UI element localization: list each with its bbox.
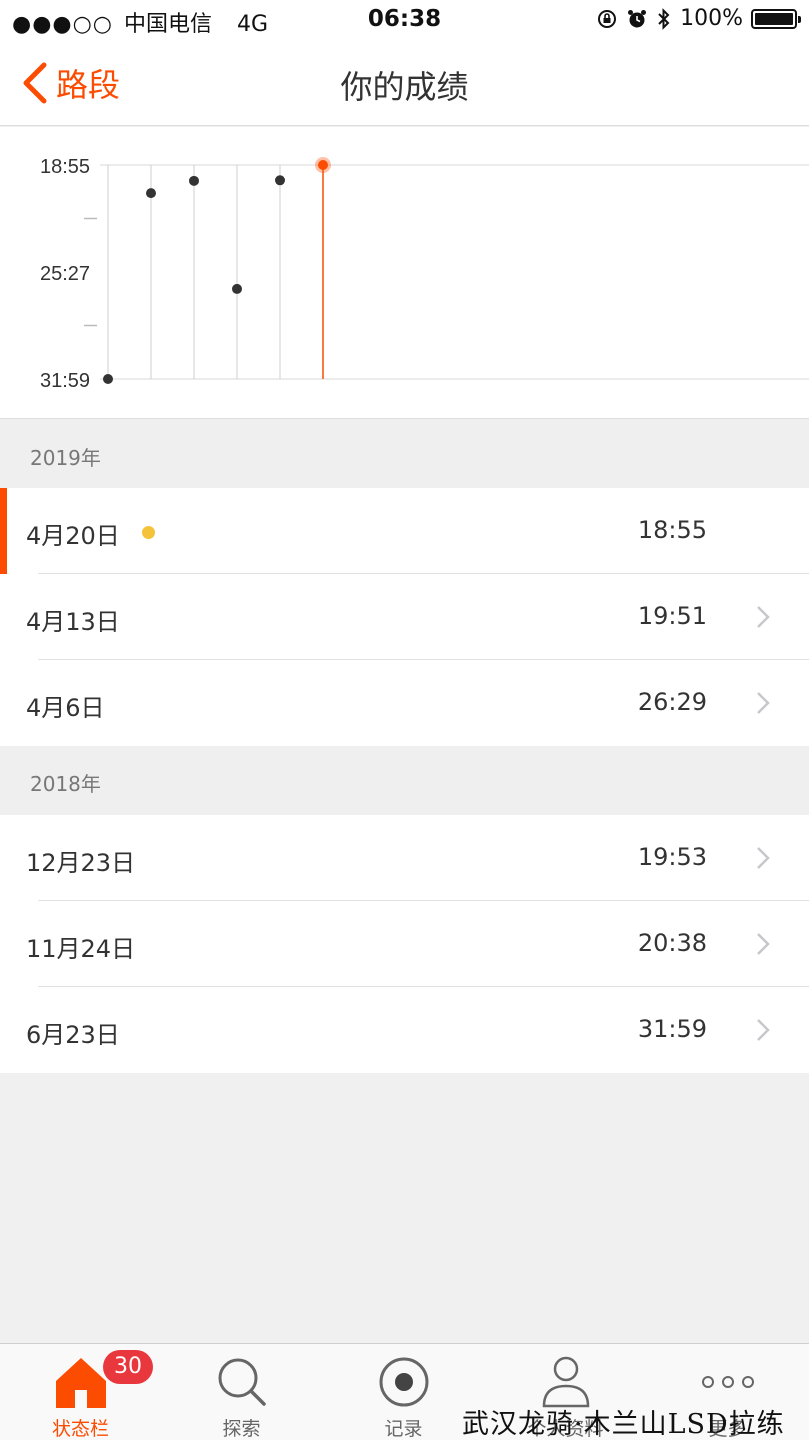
battery-percent: 100% bbox=[680, 6, 743, 31]
chevron-left-icon bbox=[23, 62, 47, 104]
section-header-2019: 2019年 bbox=[0, 420, 809, 488]
result-time: 31:59 bbox=[637, 1015, 707, 1043]
result-date: 12月23日 bbox=[26, 849, 136, 877]
watermark-text: 武汉龙骑·木兰山LSD拉练 bbox=[462, 1409, 785, 1440]
result-date: 4月6日 bbox=[26, 694, 105, 722]
y-tick-label: 25:27 bbox=[40, 263, 90, 285]
bluetooth-icon bbox=[658, 7, 670, 30]
result-time: 19:51 bbox=[637, 602, 707, 630]
tab-dashboard[interactable]: 30 状态栏 bbox=[0, 1344, 161, 1440]
result-time: 18:55 bbox=[637, 516, 707, 544]
page-title: 你的成绩 bbox=[340, 68, 469, 106]
result-date: 4月13日 bbox=[26, 608, 120, 636]
alarm-icon bbox=[628, 9, 647, 27]
tab-record[interactable]: 记录 bbox=[323, 1344, 484, 1440]
result-row[interactable]: 4月20日 18:55 bbox=[0, 488, 809, 574]
result-row[interactable]: 11月24日 20:38 bbox=[0, 901, 809, 987]
home-icon bbox=[55, 1358, 106, 1408]
result-row[interactable]: 6月23日 31:59 bbox=[0, 987, 809, 1073]
section-header-2018: 2018年 bbox=[0, 746, 809, 814]
y-tick-label: 31:59 bbox=[40, 370, 90, 392]
selected-indicator bbox=[0, 488, 7, 574]
data-point bbox=[232, 283, 242, 294]
rotation-lock-icon bbox=[598, 9, 617, 28]
chevron-right-icon bbox=[757, 847, 770, 869]
back-button[interactable]: 路段 bbox=[20, 60, 120, 106]
result-time: 20:38 bbox=[637, 929, 707, 957]
tab-label: 状态栏 bbox=[51, 1418, 109, 1440]
chevron-right-icon bbox=[757, 606, 770, 628]
result-date: 6月23日 bbox=[26, 1021, 120, 1049]
status-right: 100% bbox=[596, 6, 801, 31]
results-chart: 18:55 25:27 31:59 bbox=[0, 127, 809, 419]
result-row[interactable]: 12月23日 19:53 bbox=[0, 815, 809, 901]
highlight-point bbox=[318, 160, 328, 170]
result-date: 11月24日 bbox=[26, 935, 136, 963]
section-year: 2018年 bbox=[30, 772, 101, 796]
data-point bbox=[275, 175, 285, 186]
tab-label: 记录 bbox=[384, 1418, 423, 1440]
result-time: 19:53 bbox=[637, 843, 707, 871]
data-point bbox=[189, 175, 199, 186]
best-effort-dot bbox=[142, 526, 155, 539]
data-point bbox=[103, 374, 113, 384]
notification-badge: 30 bbox=[103, 1350, 153, 1384]
tab-explore[interactable]: 探索 bbox=[161, 1344, 322, 1440]
tab-label: 探索 bbox=[222, 1418, 261, 1440]
back-label: 路段 bbox=[56, 66, 121, 104]
chevron-right-icon bbox=[757, 933, 770, 955]
record-icon bbox=[379, 1357, 428, 1407]
search-icon bbox=[218, 1358, 266, 1406]
chevron-right-icon bbox=[757, 1019, 770, 1041]
result-time: 26:29 bbox=[637, 688, 707, 716]
nav-bar: 路段 你的成绩 bbox=[0, 40, 809, 126]
section-year: 2019年 bbox=[30, 446, 101, 470]
y-tick-label: 18:55 bbox=[40, 156, 90, 178]
result-row[interactable]: 4月13日 19:51 bbox=[0, 574, 809, 660]
battery-icon bbox=[751, 8, 801, 29]
chevron-right-icon bbox=[757, 692, 770, 714]
result-row[interactable]: 4月6日 26:29 bbox=[0, 660, 809, 746]
result-date: 4月20日 bbox=[26, 522, 120, 550]
data-point bbox=[146, 188, 156, 199]
chart-svg: 18:55 25:27 31:59 bbox=[40, 156, 809, 392]
status-bar: ●●●○○ 中国电信 4G 06:38 100% bbox=[0, 0, 809, 40]
